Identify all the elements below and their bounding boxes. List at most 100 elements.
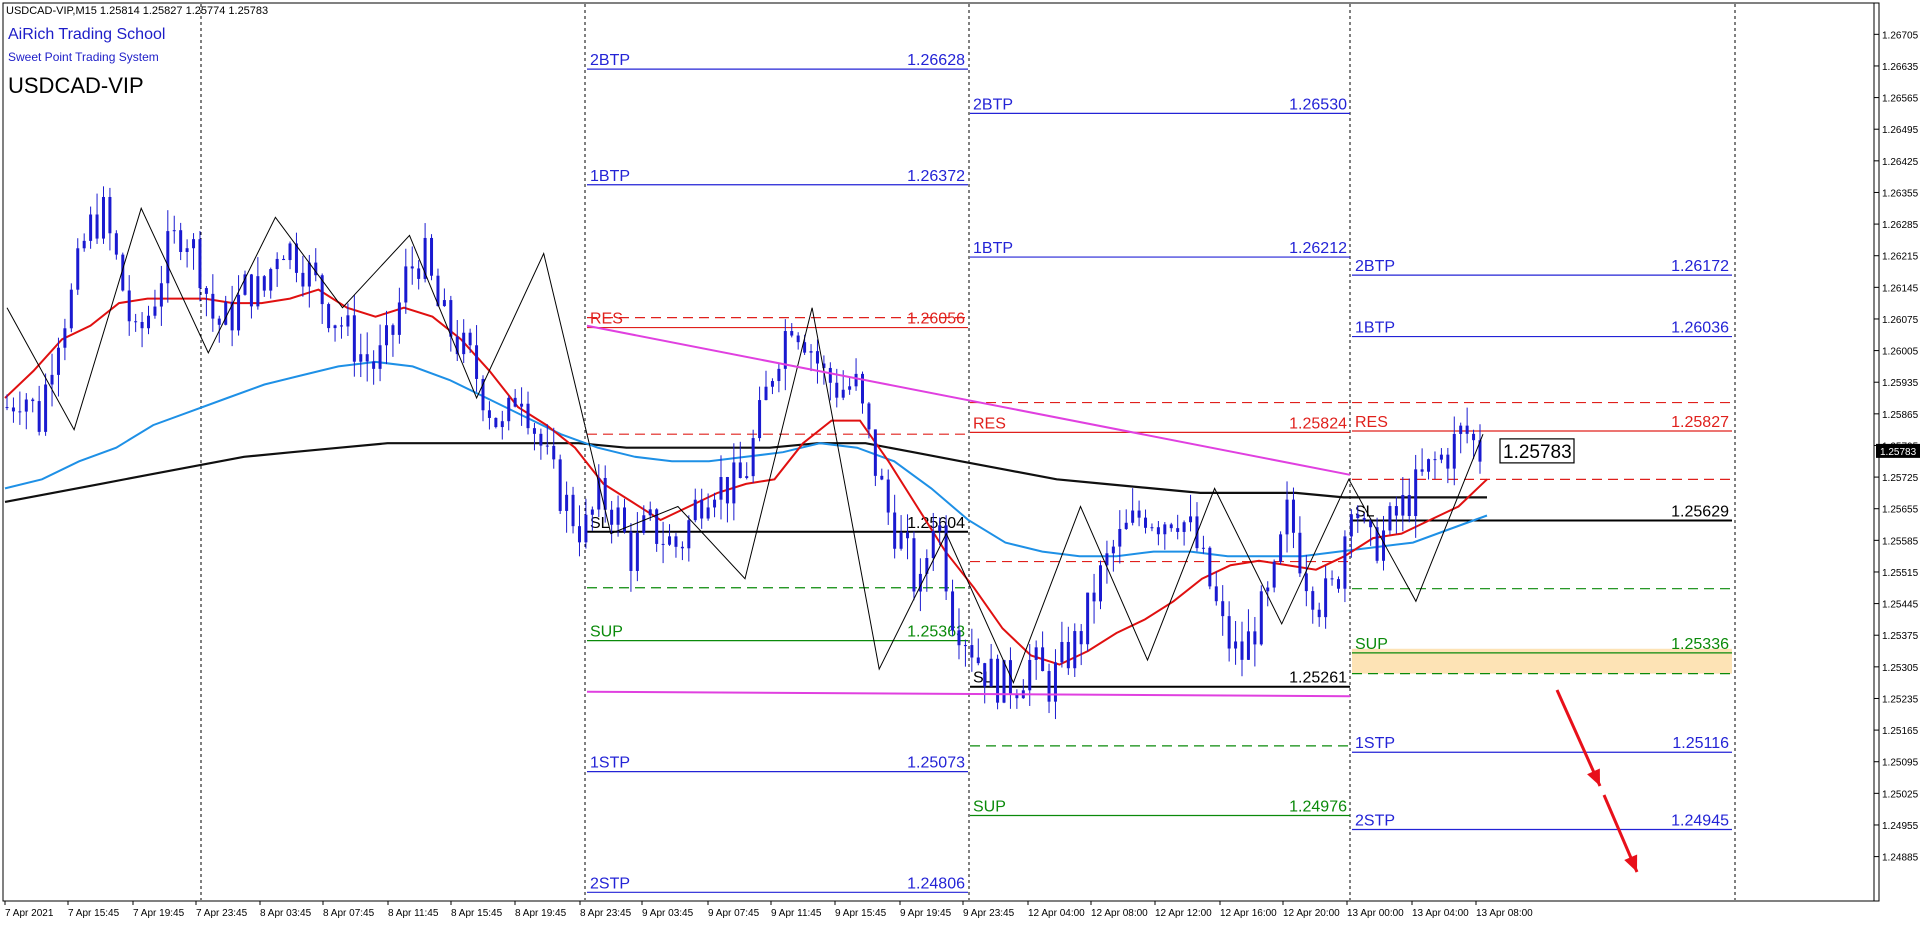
candle-body	[577, 526, 581, 543]
candle-body	[713, 499, 717, 508]
candle-body	[1086, 592, 1090, 645]
candle-body	[680, 546, 684, 549]
candle-body	[1259, 591, 1263, 645]
candle-body	[63, 328, 67, 348]
candle-body	[76, 248, 80, 290]
candle-body	[1182, 522, 1186, 532]
candle-body	[1285, 499, 1289, 535]
candle-body	[706, 507, 710, 519]
candle-body	[751, 438, 755, 477]
candle-body	[89, 214, 93, 241]
candle-body	[1240, 641, 1244, 660]
candle-body	[249, 274, 253, 307]
level-value-2stp: 1.24806	[907, 875, 965, 892]
candle-body	[1015, 695, 1019, 699]
level-label-sup: SUP	[1355, 636, 1388, 653]
candle-body	[1465, 425, 1469, 434]
time-tick-label: 9 Apr 15:45	[835, 908, 887, 919]
candle-body	[449, 300, 453, 337]
candle-body	[976, 657, 980, 664]
candle-body	[545, 445, 549, 447]
usdcad-chart[interactable]: 2BTP 1.266281BTP 1.26372RES 1.26056SL 1.2560…	[0, 0, 1920, 927]
candle-body	[1047, 671, 1051, 702]
candle-body	[906, 532, 910, 539]
candle-body	[1253, 631, 1257, 645]
candle-body	[912, 538, 916, 592]
time-tick-label: 9 Apr 07:45	[708, 908, 760, 919]
level-label-1btp: 1BTP	[590, 168, 630, 185]
candle-body	[590, 509, 594, 515]
candle-body	[204, 288, 208, 294]
level-value-sup: 1.25336	[1671, 636, 1729, 653]
candle-body	[848, 386, 852, 390]
candle-body	[475, 345, 479, 379]
candle-body	[179, 230, 183, 252]
time-tick-label: 8 Apr 11:45	[388, 908, 439, 919]
candle-body	[860, 373, 864, 404]
price-tick-label: 1.26145	[1882, 283, 1919, 294]
candle-body	[610, 509, 614, 525]
candle-body	[635, 532, 639, 571]
candle-body	[31, 399, 35, 402]
price-tick-label: 1.25865	[1882, 410, 1919, 421]
level-value-2btp: 1.26172	[1671, 258, 1729, 275]
time-tick-label: 13 Apr 08:00	[1476, 908, 1533, 919]
candle-body	[153, 306, 157, 316]
candle-body	[378, 345, 382, 369]
candle-body	[192, 239, 196, 249]
candle-body	[668, 536, 672, 545]
candle-body	[745, 476, 749, 478]
candle-body	[372, 361, 376, 369]
level-value-1btp: 1.26212	[1289, 240, 1347, 257]
candle-body	[1214, 586, 1218, 602]
candle-body	[996, 658, 1000, 703]
candle-body	[487, 410, 491, 418]
candle-body	[327, 304, 331, 329]
level-label-1btp: 1BTP	[1355, 320, 1395, 337]
candle-body	[1034, 647, 1038, 660]
candle-body	[520, 403, 524, 407]
candle-body	[1330, 578, 1334, 580]
candle-body	[648, 509, 652, 516]
level-value-1stp: 1.25073	[907, 755, 965, 772]
level-label-2btp: 2BTP	[590, 52, 630, 69]
candle-body	[1279, 534, 1283, 562]
candle-body	[507, 397, 511, 422]
candle-body	[951, 591, 955, 631]
candle-body	[1459, 425, 1463, 434]
price-tick-label: 1.26285	[1882, 220, 1919, 231]
candle-body	[237, 294, 241, 331]
candle-body	[172, 230, 176, 232]
candle-body	[127, 290, 131, 322]
window-header: USDCAD-VIP,M15 1.25814 1.25827 1.25774 1…	[6, 5, 268, 17]
candle-body	[1073, 631, 1077, 669]
candle-body	[140, 321, 144, 329]
candle-body	[938, 525, 942, 531]
candle-body	[1221, 601, 1225, 617]
candle-body	[629, 531, 633, 571]
candle-body	[1131, 510, 1135, 523]
candle-body	[211, 293, 215, 319]
candle-body	[1201, 547, 1205, 549]
level-label-1stp: 1STP	[590, 755, 630, 772]
time-tick-label: 13 Apr 00:00	[1347, 908, 1404, 919]
price-tick-label: 1.26565	[1882, 94, 1919, 105]
price-tick-label: 1.26005	[1882, 347, 1919, 358]
level-label-res: RES	[973, 415, 1006, 432]
candle-body	[1291, 499, 1295, 533]
level-value-2btp: 1.26530	[1289, 96, 1347, 113]
time-tick-label: 9 Apr 11:45	[771, 908, 822, 919]
candle-body	[1124, 522, 1128, 529]
candle-body	[1433, 459, 1437, 461]
candle-body	[82, 240, 86, 249]
candle-body	[770, 381, 774, 387]
price-callout-text: 1.25783	[1503, 442, 1572, 463]
level-value-2stp: 1.24945	[1671, 812, 1729, 829]
time-tick-label: 9 Apr 03:45	[642, 908, 694, 919]
time-tick-label: 7 Apr 23:45	[196, 908, 248, 919]
candle-body	[1246, 631, 1250, 660]
candle-body	[899, 532, 903, 549]
candle-body	[828, 367, 832, 383]
price-tick-label: 1.26495	[1882, 125, 1919, 136]
candle-body	[269, 269, 273, 291]
